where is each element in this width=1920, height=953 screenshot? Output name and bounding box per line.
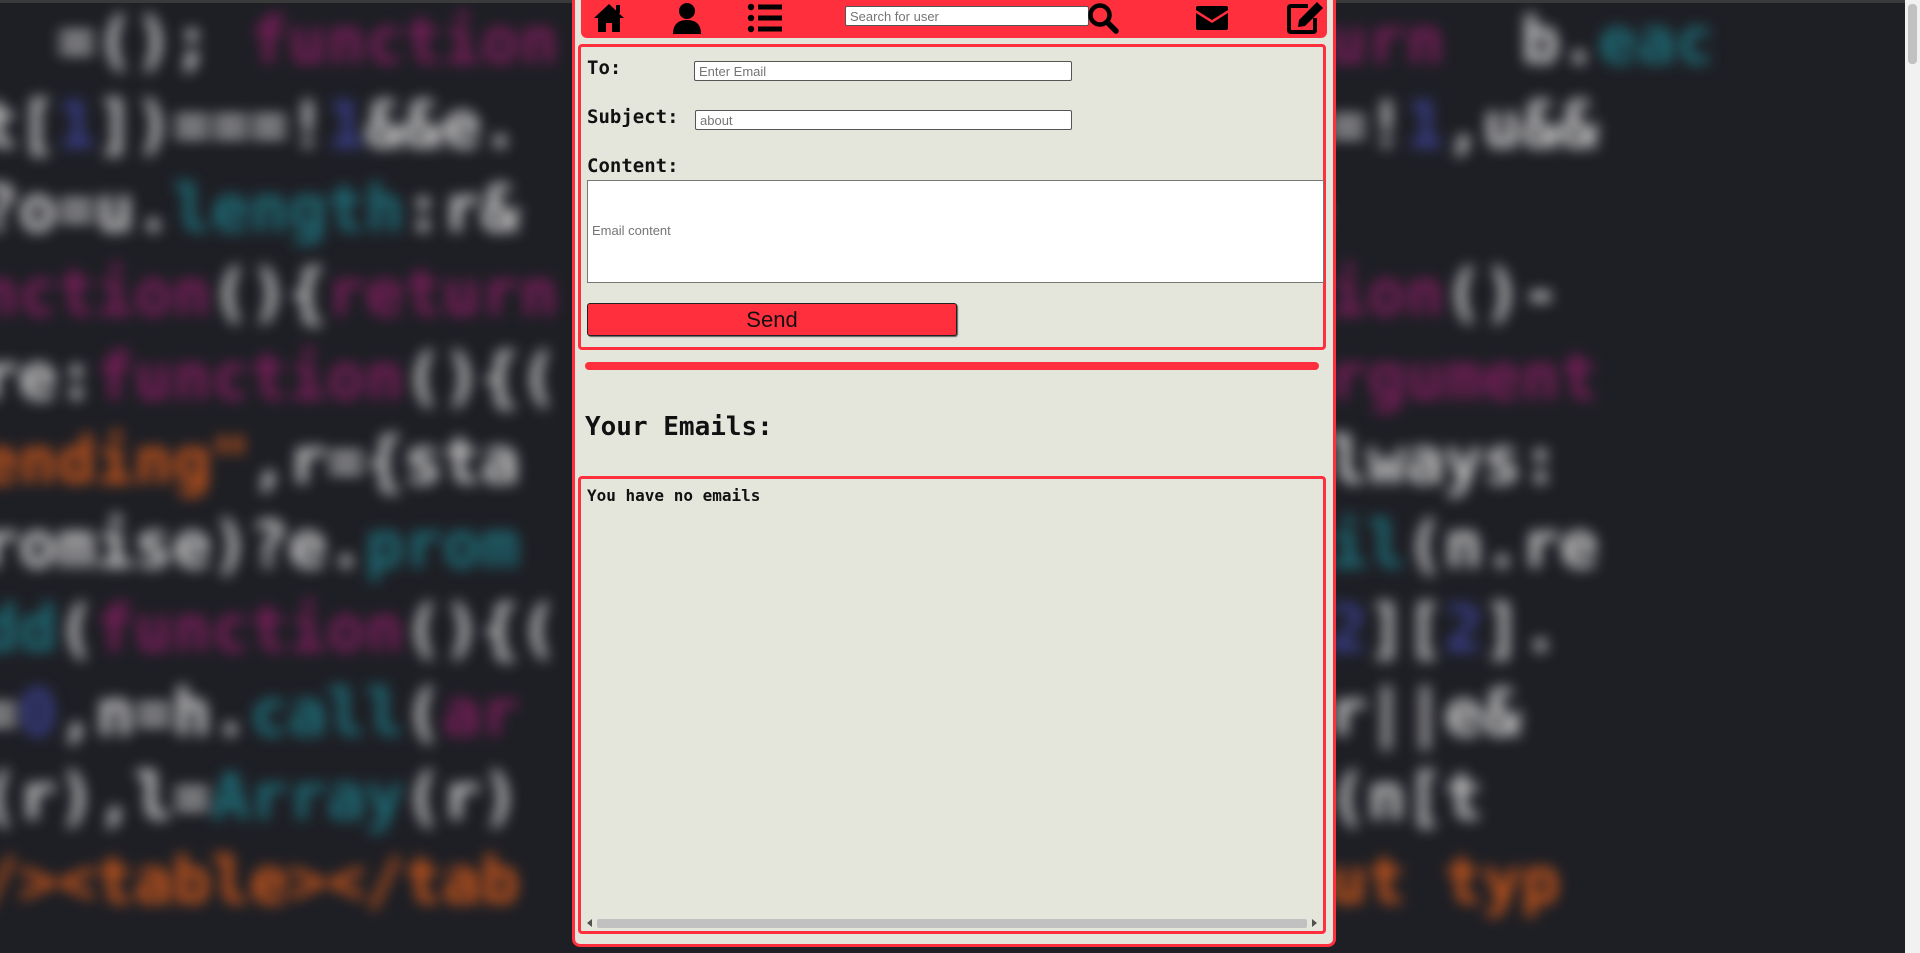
section-divider	[585, 362, 1319, 370]
compose-form: To: Subject: Content: Send	[578, 44, 1326, 350]
content-label: Content:	[587, 155, 679, 177]
scroll-right-icon[interactable]	[1312, 919, 1317, 927]
subject-label: Subject:	[587, 106, 679, 128]
user-search-input[interactable]	[845, 6, 1089, 26]
search-icon[interactable]	[1085, 0, 1121, 36]
email-content-textarea[interactable]	[587, 180, 1324, 283]
subject-input[interactable]	[695, 110, 1072, 130]
send-button[interactable]: Send	[587, 303, 957, 336]
page-scrollbar-thumb[interactable]	[1908, 4, 1917, 64]
to-label: To:	[587, 57, 622, 79]
edit-icon[interactable]	[1285, 0, 1325, 36]
to-email-input[interactable]	[694, 61, 1072, 81]
scroll-left-icon[interactable]	[587, 919, 592, 927]
mail-panel: To: Subject: Content: Send Your Emails: …	[572, 0, 1336, 947]
page-scrollbar[interactable]	[1905, 0, 1920, 953]
envelope-icon[interactable]	[1193, 0, 1231, 36]
navbar	[581, 0, 1327, 38]
emails-horizontal-scrollbar[interactable]	[585, 917, 1319, 929]
empty-emails-message: You have no emails	[587, 486, 761, 505]
user-icon[interactable]	[669, 0, 705, 36]
home-icon[interactable]	[589, 0, 629, 36]
emails-scrollbar-thumb[interactable]	[597, 919, 1307, 928]
emails-list: You have no emails	[578, 476, 1326, 934]
list-icon[interactable]	[745, 0, 785, 36]
emails-heading: Your Emails:	[585, 412, 773, 442]
